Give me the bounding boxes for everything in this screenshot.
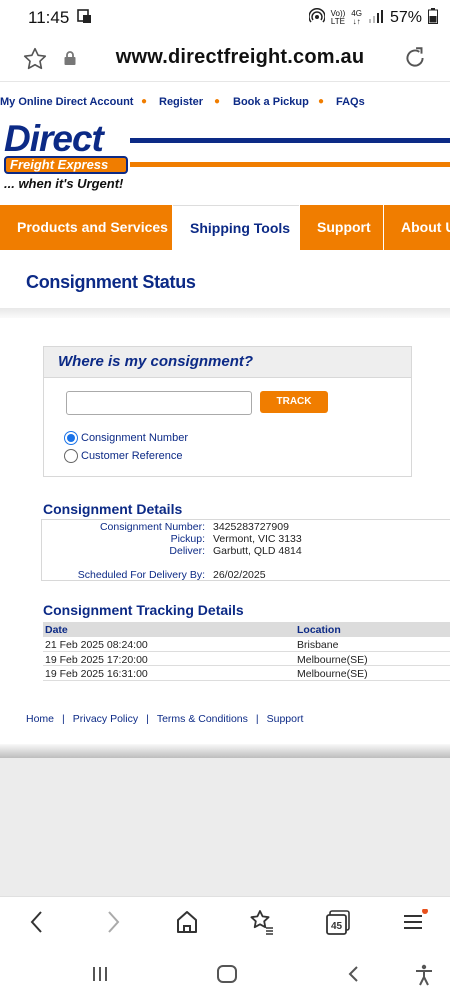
footer-separator: | [146, 713, 149, 725]
bookmarks-icon[interactable] [249, 909, 275, 940]
top-link-account[interactable]: My Online Direct Account [0, 96, 133, 108]
hotspot-icon [307, 7, 326, 29]
volte-indicator: Vo)) LTE [331, 10, 346, 26]
row-location: Melbourne(SE) [297, 653, 368, 666]
track-button[interactable]: TRACK [260, 391, 328, 413]
logo-tagline: ... when it's Urgent! [4, 176, 124, 191]
tracking-title: Consignment Tracking Details [43, 602, 244, 618]
volte-bottom-text: LTE [330, 17, 345, 26]
detail-label: Scheduled For Delivery By: [77, 569, 205, 581]
section-divider [0, 308, 450, 318]
footer-shadow [0, 744, 450, 758]
detail-row: Pickup: Vermont, VIC 3133 [42, 533, 450, 545]
detail-row: Consignment Number: 3425283727909 [42, 521, 450, 533]
nav-divider [383, 205, 384, 250]
separator-dot: ● [214, 96, 221, 107]
back-button-icon[interactable] [344, 964, 362, 989]
track-form-heading: Where is my consignment? [44, 347, 411, 378]
nav-divider [299, 205, 300, 250]
home-icon[interactable] [175, 909, 199, 940]
accessibility-icon[interactable] [414, 964, 434, 991]
logo-stripe-blue [130, 138, 450, 143]
screen-share-icon [77, 8, 93, 29]
detail-value: 3425283727909 [213, 521, 289, 533]
nav-tab-about[interactable]: About Us [401, 205, 450, 250]
footer-link-support[interactable]: Support [267, 713, 304, 725]
table-row: 19 Feb 2025 17:20:00 Melbourne(SE) [43, 652, 450, 666]
forward-icon[interactable] [102, 909, 124, 940]
logo-direct-text: Direct [4, 118, 104, 159]
top-link-book-pickup[interactable]: Book a Pickup [233, 96, 309, 108]
radio-label: Customer Reference [81, 450, 183, 462]
radio-selected-icon[interactable] [64, 431, 78, 445]
tracking-table: Date Location 21 Feb 2025 08:24:00 Brisb… [43, 622, 450, 681]
footer-separator: | [255, 713, 259, 725]
url-text[interactable]: www.directfreight.com.au [0, 46, 450, 69]
separator-dot: ● [141, 96, 148, 107]
recent-apps-icon[interactable] [90, 964, 110, 989]
back-icon[interactable] [26, 909, 48, 940]
network-type: 4G ↓↑ [351, 9, 362, 26]
top-links: My Online Direct Account ● Register ● Bo… [0, 94, 450, 112]
main-nav: Products and Services Shipping Tools Sup… [0, 205, 450, 250]
clock: 11:45 [28, 8, 70, 27]
signal-icon [368, 9, 384, 28]
home-button-icon[interactable] [216, 964, 238, 989]
detail-value: Garbutt, QLD 4814 [213, 545, 302, 557]
footer-link-privacy[interactable]: Privacy Policy [73, 713, 138, 725]
row-date: 19 Feb 2025 16:31:00 [45, 668, 148, 680]
row-date: 19 Feb 2025 17:20:00 [45, 653, 148, 666]
detail-value: Vermont, VIC 3133 [213, 533, 302, 545]
track-form: Where is my consignment? TRACK Consignme… [43, 346, 412, 477]
detail-label: Pickup: [170, 533, 205, 545]
column-header-date: Date [45, 624, 68, 636]
menu-icon[interactable] [402, 908, 428, 940]
tab-count: 45 [331, 921, 343, 932]
page-title: Consignment Status [26, 272, 196, 292]
logo-stripe-orange [130, 162, 450, 167]
detail-row: Deliver: Garbutt, QLD 4814 [42, 545, 450, 557]
page-background [0, 758, 450, 896]
table-header: Date Location [43, 622, 450, 637]
detail-label: Deliver: [169, 545, 205, 557]
detail-value: 26/02/2025 [213, 569, 266, 581]
browser-url-bar: www.directfreight.com.au [0, 36, 450, 82]
footer-link-terms[interactable]: Terms & Conditions [157, 713, 248, 725]
top-link-register[interactable]: Register [159, 96, 203, 108]
row-date: 21 Feb 2025 08:24:00 [45, 639, 148, 651]
details-panel: Consignment Number: 3425283727909 Pickup… [41, 519, 450, 581]
footer-separator: | [62, 713, 65, 725]
tabs-icon[interactable]: 45 [325, 909, 351, 940]
column-header-location: Location [297, 624, 341, 636]
radio-unselected-icon[interactable] [64, 449, 78, 463]
reload-icon[interactable] [402, 45, 428, 76]
row-location: Melbourne(SE) [297, 668, 368, 680]
footer-links: Home | Privacy Policy | Terms & Conditions | S… [26, 713, 303, 725]
network-type-text: 4G [351, 9, 362, 18]
nav-tab-support[interactable]: Support [317, 205, 371, 250]
nav-tab-shipping-tools[interactable]: Shipping Tools [173, 205, 299, 250]
footer-link-home[interactable]: Home [26, 713, 54, 725]
site-logo[interactable]: Direct Freight Express ... when it's Urg… [0, 118, 450, 196]
logo-subtitle: Freight Express [4, 156, 128, 174]
consignment-input[interactable] [66, 391, 252, 415]
status-bar: 11:45 Vo)) LTE 4G ↓↑ 57% [0, 0, 450, 36]
row-location: Brisbane [297, 639, 339, 651]
battery-level: 57% [389, 9, 422, 26]
radio-customer-reference[interactable]: Customer Reference [64, 449, 183, 463]
table-row: 21 Feb 2025 08:24:00 Brisbane [43, 637, 450, 652]
android-nav-bar [0, 948, 450, 1000]
nav-tab-products[interactable]: Products and Services [17, 205, 168, 250]
table-row: 19 Feb 2025 16:31:00 Melbourne(SE) [43, 666, 450, 681]
details-title: Consignment Details [43, 501, 183, 517]
detail-row: Scheduled For Delivery By: 26/02/2025 [42, 569, 450, 581]
top-link-faqs[interactable]: FAQs [336, 96, 365, 108]
radio-label: Consignment Number [81, 432, 188, 444]
battery-icon [428, 7, 438, 29]
detail-label: Consignment Number: [99, 521, 205, 533]
separator-dot: ● [318, 96, 325, 107]
browser-toolbar: 45 [0, 896, 450, 948]
radio-consignment-number[interactable]: Consignment Number [64, 431, 188, 445]
